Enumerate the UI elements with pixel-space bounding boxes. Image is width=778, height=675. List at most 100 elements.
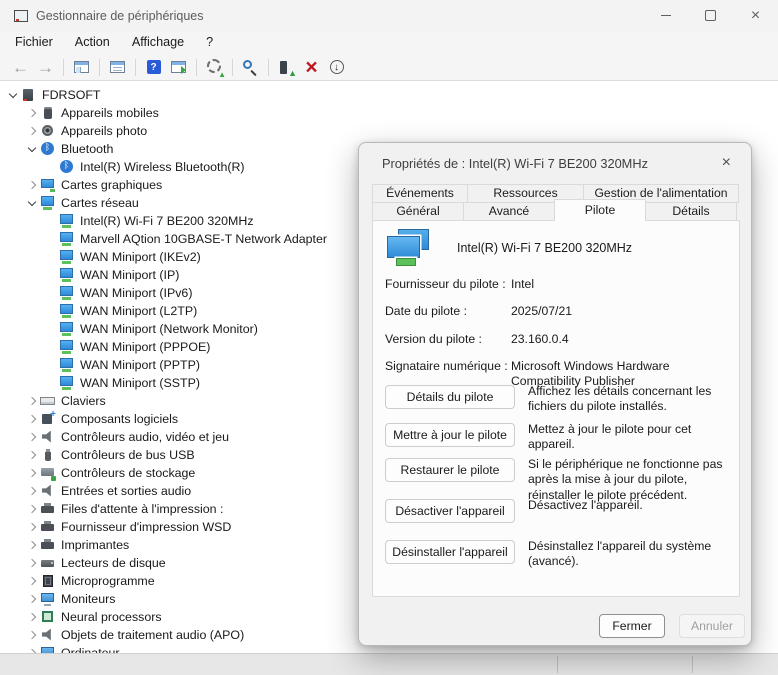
driver-action-row: Restaurer le piloteSi le périphérique ne… [385,458,733,503]
close-button[interactable]: × [733,0,778,31]
tree-item-label: Composants logiciels [61,412,178,426]
toolbar-separator [135,59,136,76]
chevron-right-icon[interactable] [25,484,40,498]
menu-help[interactable]: ? [195,31,224,54]
expander-spacer [44,358,59,372]
menubar: FichierActionAffichage? [0,31,778,54]
action-description: Affichez les détails concernant les fich… [528,384,733,415]
scan-hardware-icon[interactable] [240,58,261,77]
driver-field-row: Date du pilote :2025/07/21 [385,304,731,319]
chevron-right-icon[interactable] [25,106,40,120]
tab-avance[interactable]: Avancé [463,202,555,221]
toolbar-separator [268,59,269,76]
minimize-icon [661,15,671,16]
chevron-down-icon[interactable] [25,142,40,156]
driver-action-row: Détails du pilote Affichez les détails co… [385,385,733,415]
chevron-right-icon[interactable] [25,124,40,138]
menu-fichier[interactable]: Fichier [4,31,64,54]
chevron-down-icon[interactable] [6,88,21,102]
npu-icon [40,610,56,625]
tab-strip: Événements Ressources Gestion de l'alime… [372,184,740,221]
chevron-right-icon[interactable] [25,394,40,408]
driver-action-row: Désactiver l'appareilDésactivez l'appare… [385,499,733,523]
dialog-close-icon[interactable]: × [716,153,737,173]
back-arrow-icon[interactable] [10,58,31,77]
field-value: Intel [511,277,731,292]
chevron-right-icon[interactable] [25,610,40,624]
chevron-right-icon[interactable] [25,628,40,642]
gpu-icon [40,178,56,193]
chevron-right-icon[interactable] [25,430,40,444]
chevron-right-icon[interactable] [25,466,40,480]
software-icon [40,412,56,427]
menu-affichage[interactable]: Affichage [121,31,195,54]
forward-arrow-icon[interactable] [35,58,56,77]
computer-icon [21,88,37,103]
bluetooth-icon [40,142,56,157]
annuler-button[interactable]: Annuler [679,614,745,638]
driver-info-fields: Fournisseur du pilote :IntelDate du pilo… [385,277,731,401]
update-driver-icon[interactable] [276,58,297,77]
disable-device-button[interactable]: Désactiver l'appareil [385,499,515,523]
chevron-right-icon[interactable] [25,412,40,426]
chevron-right-icon[interactable] [25,538,40,552]
menu-action[interactable]: Action [64,31,121,54]
chevron-right-icon[interactable] [25,502,40,516]
tree-item-label: WAN Miniport (SSTP) [80,376,200,390]
properties-icon[interactable] [107,58,128,77]
uninstall-device-icon[interactable] [301,58,322,77]
minimize-button[interactable] [643,0,688,31]
tree-item[interactable]: Appareils mobiles [0,104,778,122]
maximize-button[interactable] [688,0,733,31]
chevron-right-icon[interactable] [25,574,40,588]
help-icon[interactable] [143,58,164,77]
action-description: Mettez à jour le pilote pour cet apparei… [528,422,733,453]
export-list-icon[interactable] [168,58,189,77]
tree-item-label: Claviers [61,394,106,408]
tab-evenements[interactable]: Événements [372,184,468,203]
toolbar-separator [63,59,64,76]
chevron-right-icon[interactable] [25,178,40,192]
tab-general[interactable]: Général [372,202,464,221]
bluetooth-icon [59,160,75,175]
device-name: Intel(R) Wi-Fi 7 BE200 320MHz [457,241,632,255]
dialog-titlebar: Propriétés de : Intel(R) Wi-Fi 7 BE200 3… [359,143,751,183]
network-icon [59,286,75,301]
field-label: Date du pilote : [385,304,511,319]
chevron-right-icon[interactable] [25,520,40,534]
chevron-right-icon[interactable] [25,448,40,462]
tree-item-label: Files d'attente à l'impression : [61,502,223,516]
tree-item[interactable]: Appareils photo [0,122,778,140]
roll-back-driver-button[interactable]: Restaurer le pilote [385,458,515,482]
usb-icon [40,448,56,463]
storage-icon [40,466,56,481]
network-icon [59,304,75,319]
tab-pilote[interactable]: Pilote [554,199,646,221]
dialog-title: Propriétés de : Intel(R) Wi-Fi 7 BE200 3… [382,156,648,171]
tree-item-label: Imprimantes [61,538,129,552]
field-label: Version du pilote : [385,332,511,347]
fermer-button[interactable]: Fermer [599,614,665,638]
expander-spacer [44,214,59,228]
uninstall-device-button[interactable]: Désinstaller l'appareil [385,540,515,564]
disable-device-icon[interactable] [326,58,347,77]
chevron-right-icon[interactable] [25,556,40,570]
expander-spacer [44,268,59,282]
tab-details[interactable]: Détails [645,202,737,221]
update-gear-icon[interactable] [204,58,225,77]
update-driver-button[interactable]: Mettre à jour le pilote [385,423,515,447]
tree-item-label: WAN Miniport (IP) [80,268,179,282]
tree-item-label: Entrées et sorties audio [61,484,191,498]
titlebar: Gestionnaire de périphériques × [0,0,778,31]
console-tree-icon[interactable] [71,58,92,77]
tree-item-label: Intel(R) Wi-Fi 7 BE200 320MHz [80,214,254,228]
tree-item[interactable]: FDRSOFT [0,86,778,104]
tree-item-label: Moniteurs [61,592,115,606]
chevron-down-icon[interactable] [25,196,40,210]
printer-icon [40,520,56,535]
chevron-right-icon[interactable] [25,592,40,606]
camera-icon [40,124,56,139]
audio-icon [40,430,56,445]
expander-spacer [44,286,59,300]
driver-details-button[interactable]: Détails du pilote [385,385,515,409]
